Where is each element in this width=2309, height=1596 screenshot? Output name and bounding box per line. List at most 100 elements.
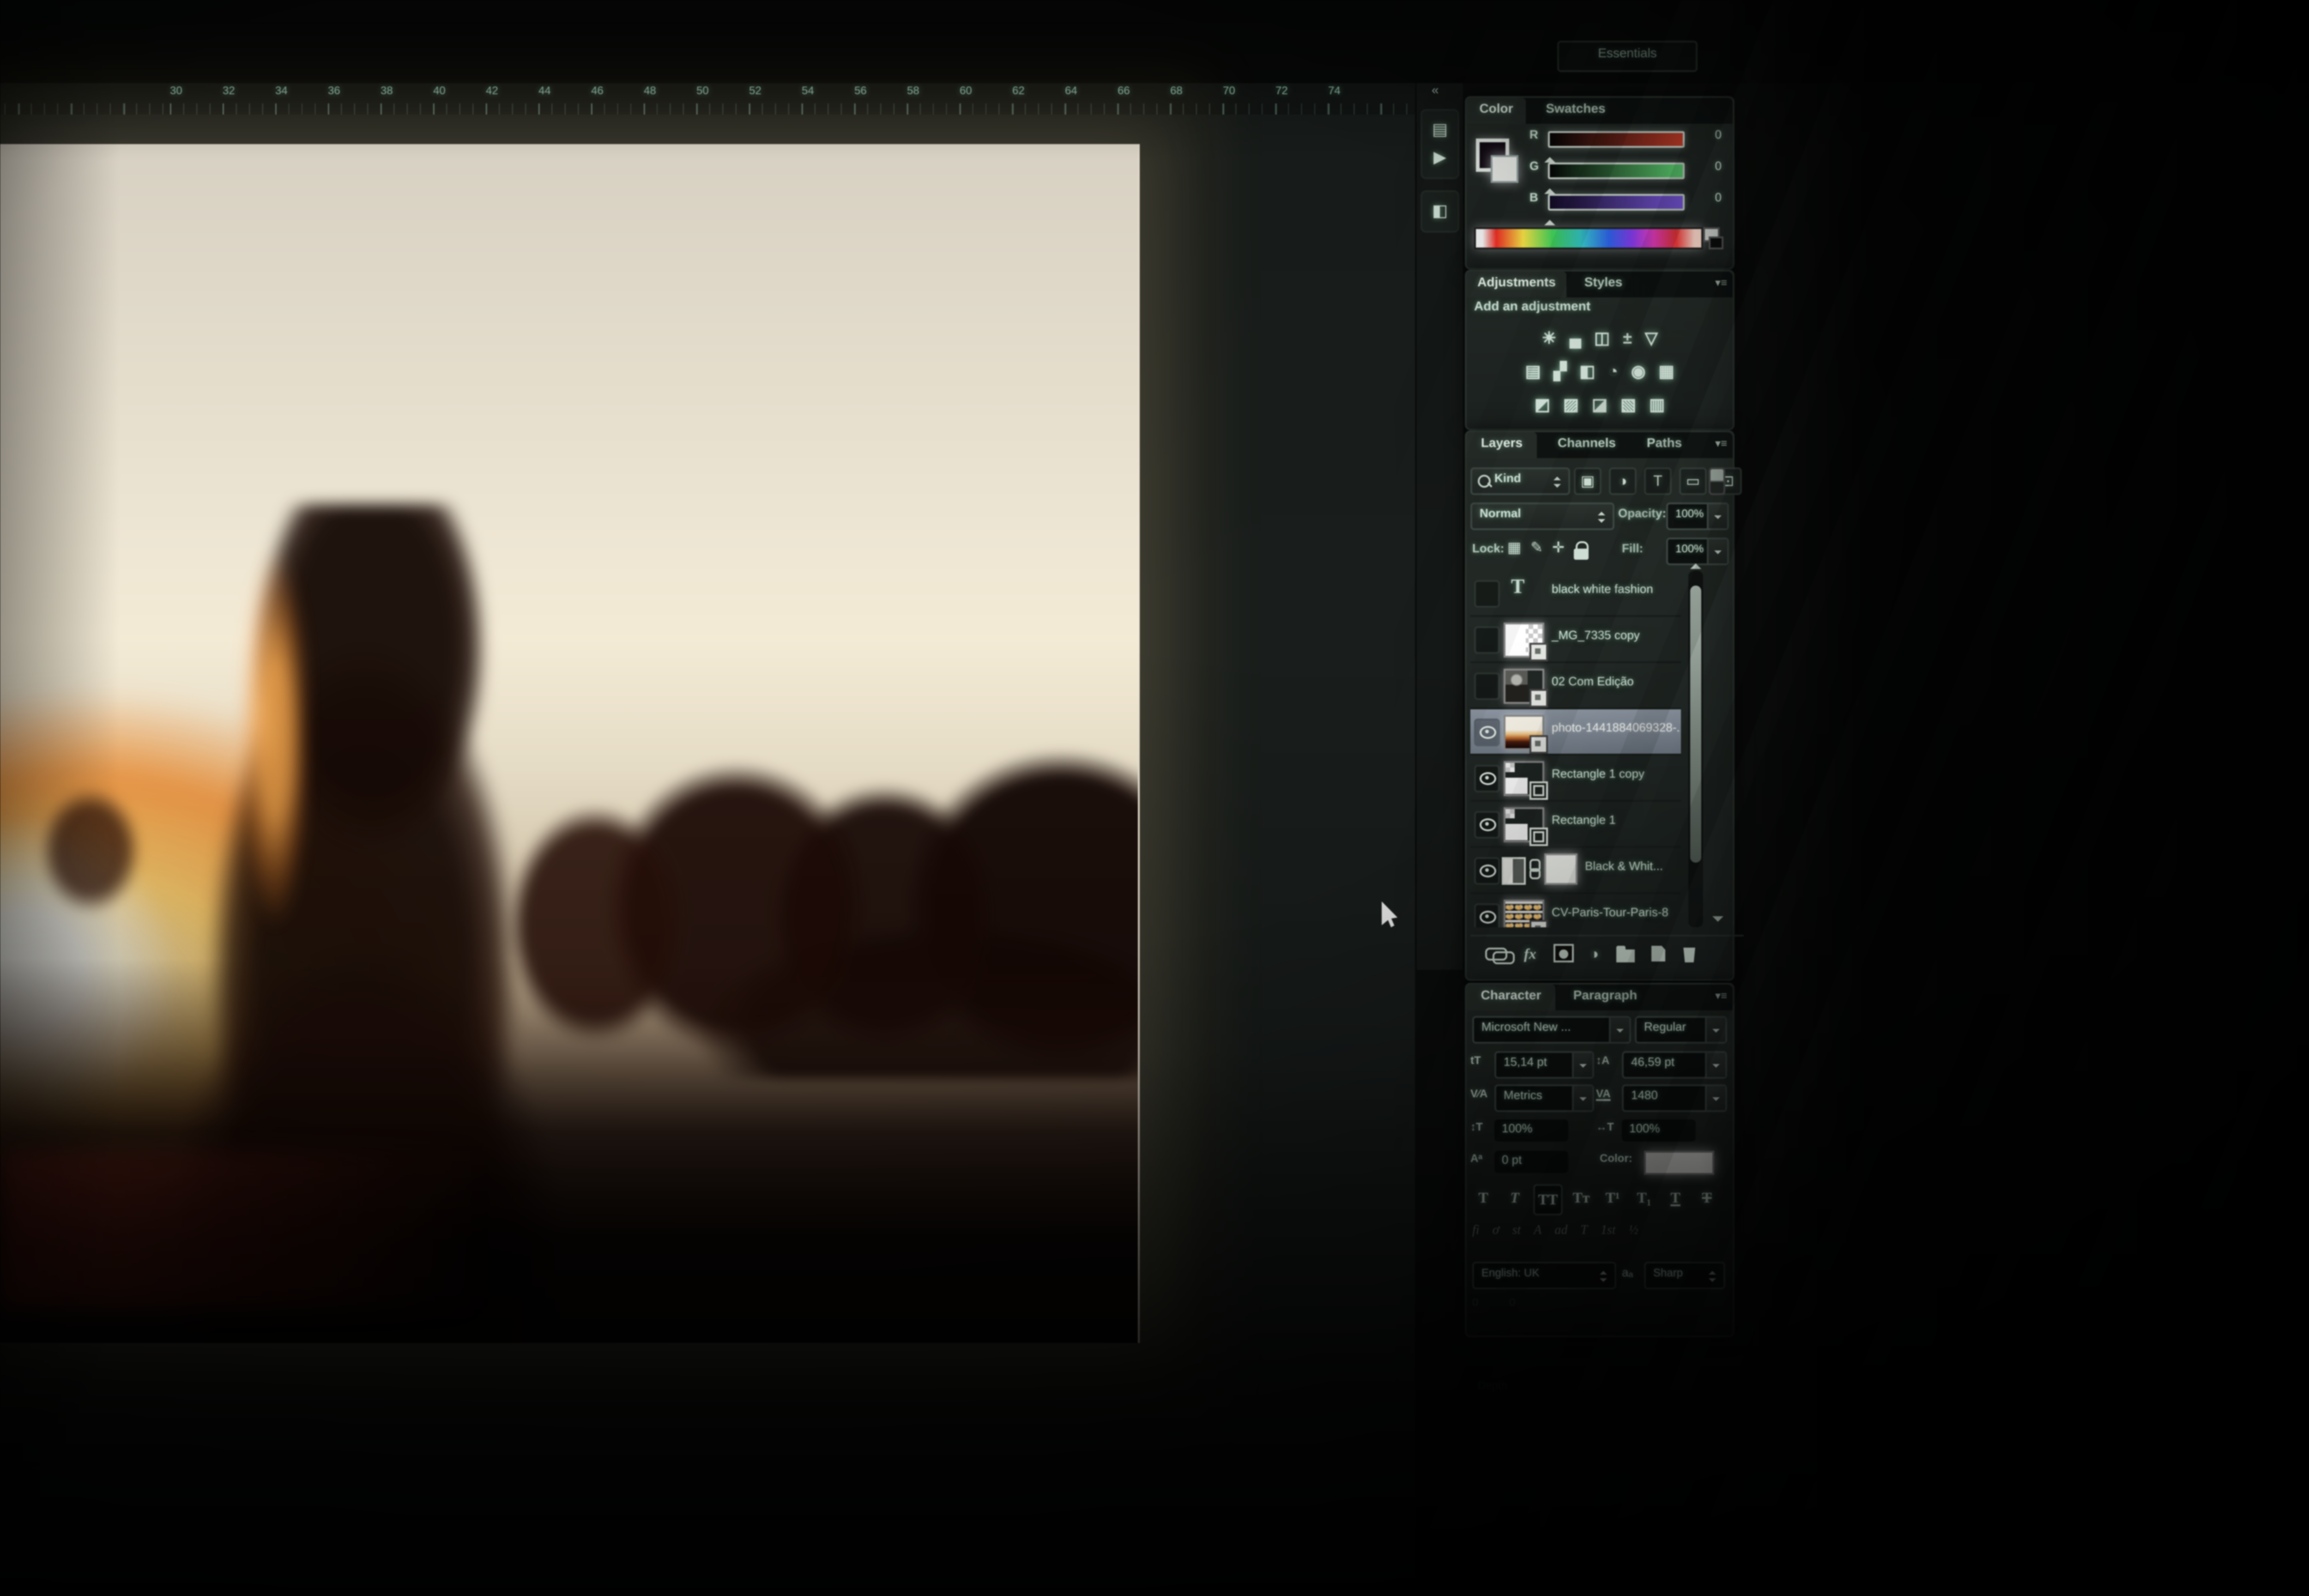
brightness-contrast-icon[interactable]: ☀ xyxy=(1541,328,1556,348)
subscript-button[interactable]: T₁ xyxy=(1631,1184,1657,1212)
tab-channels[interactable]: Channels xyxy=(1544,432,1629,458)
tab-layers[interactable]: Layers xyxy=(1467,432,1537,458)
faux-bold-button[interactable]: T xyxy=(1470,1184,1496,1212)
kerning-field[interactable]: Metrics xyxy=(1494,1084,1594,1112)
tracking-field[interactable]: 1480 xyxy=(1622,1084,1727,1112)
tab-paragraph[interactable]: Paragraph xyxy=(1563,985,1648,1010)
tab-swatches[interactable]: Swatches xyxy=(1533,98,1618,124)
vertical-scale-field[interactable]: 100% xyxy=(1494,1119,1568,1142)
small-caps-button[interactable]: Tᴛ xyxy=(1568,1184,1594,1212)
lock-transparent-pixels-icon[interactable]: ▦ xyxy=(1507,539,1521,560)
superscript-button[interactable]: T¹ xyxy=(1600,1184,1626,1212)
dropdown-arrow-icon[interactable] xyxy=(1705,1086,1725,1110)
visibility-toggle[interactable] xyxy=(1474,765,1500,792)
faux-italic-button[interactable]: T xyxy=(1502,1184,1528,1212)
fractions-button[interactable]: ½ xyxy=(1629,1223,1638,1238)
link-layers-icon[interactable] xyxy=(1485,947,1507,960)
scroll-up-icon[interactable] xyxy=(1690,558,1701,569)
visibility-toggle[interactable] xyxy=(1474,626,1500,654)
horizontal-scale-field[interactable]: 100% xyxy=(1622,1119,1696,1142)
blend-mode-dropdown[interactable]: Normal xyxy=(1470,502,1614,530)
underline-button[interactable]: T xyxy=(1662,1184,1688,1212)
strikethrough-button[interactable]: T xyxy=(1694,1184,1720,1212)
layer-row[interactable]: Tblack white fashion xyxy=(1470,571,1681,617)
layer-row[interactable]: Rectangle 1 xyxy=(1470,802,1681,848)
history-panel-icon[interactable]: ▤ xyxy=(1422,116,1457,144)
tab-adjustments[interactable]: Adjustments xyxy=(1467,272,1566,297)
panel-menu-icon[interactable]: ▾≡ xyxy=(1715,990,1727,1003)
layer-row[interactable]: Rectangle 1 copy xyxy=(1470,756,1681,802)
all-caps-button[interactable]: TT xyxy=(1533,1184,1563,1215)
lock-all-icon[interactable] xyxy=(1574,549,1589,560)
new-group-icon[interactable] xyxy=(1615,949,1634,961)
channel-slider[interactable] xyxy=(1548,194,1685,211)
visibility-toggle[interactable] xyxy=(1474,811,1500,839)
layer-row[interactable]: photo-1441884069328-... xyxy=(1470,709,1681,756)
color-spectrum-ramp[interactable] xyxy=(1474,227,1703,249)
levels-icon[interactable]: ▄ xyxy=(1570,329,1582,347)
discretionary-ligatures-button[interactable]: st xyxy=(1512,1223,1521,1238)
layers-scrollbar[interactable] xyxy=(1688,571,1703,927)
titling-alternates-button[interactable]: T xyxy=(1580,1223,1588,1238)
visibility-toggle[interactable] xyxy=(1474,719,1500,746)
channel-slider[interactable] xyxy=(1548,163,1685,179)
dropdown-arrow-icon[interactable] xyxy=(1572,1086,1592,1110)
text-color-swatch[interactable] xyxy=(1644,1151,1714,1175)
layer-row[interactable]: _MG_7335 copy xyxy=(1470,617,1681,663)
dropdown-arrow-icon[interactable] xyxy=(1705,1053,1725,1077)
font-style-dropdown[interactable]: Regular xyxy=(1635,1016,1727,1044)
color-lookup-icon[interactable]: ▦ xyxy=(1658,361,1674,381)
contextual-alternates-button[interactable]: ơ xyxy=(1493,1223,1499,1238)
layer-filter-toggle[interactable] xyxy=(1709,467,1725,495)
filter-shape-layers-icon[interactable]: ▭ xyxy=(1679,467,1707,495)
spectrum-black-cap[interactable] xyxy=(1709,236,1723,249)
actions-panel-icon[interactable]: ▶ xyxy=(1422,144,1457,172)
invert-icon[interactable]: ◩ xyxy=(1535,394,1550,415)
curves-icon[interactable]: ◫ xyxy=(1594,328,1610,348)
dropdown-arrow-icon[interactable] xyxy=(1707,504,1727,528)
tab-paths[interactable]: Paths xyxy=(1637,432,1692,458)
document-canvas[interactable] xyxy=(0,144,1140,1343)
channel-slider-thumb[interactable] xyxy=(1544,214,1555,225)
dropdown-arrow-icon[interactable] xyxy=(1609,1018,1629,1042)
lock-position-icon[interactable]: ✛ xyxy=(1552,539,1565,560)
hue-saturation-icon[interactable]: ▤ xyxy=(1525,361,1541,381)
visibility-toggle[interactable] xyxy=(1474,672,1500,700)
ordinals-button[interactable]: 1st xyxy=(1601,1223,1616,1238)
background-color-swatch[interactable] xyxy=(1491,155,1518,183)
gradient-map-icon[interactable]: ▥ xyxy=(1649,394,1665,415)
vibrance-icon[interactable]: ▽ xyxy=(1645,328,1658,348)
channel-slider[interactable] xyxy=(1548,131,1685,148)
layer-filter-kind-dropdown[interactable]: Kind xyxy=(1470,467,1570,495)
tab-color[interactable]: Color xyxy=(1467,98,1526,124)
new-layer-icon[interactable] xyxy=(1650,945,1665,961)
panel-menu-icon[interactable]: ▾≡ xyxy=(1715,438,1727,451)
selective-color-icon[interactable]: ▧ xyxy=(1620,394,1636,415)
photo-filter-icon[interactable]: ◔ xyxy=(1608,362,1618,381)
layer-row[interactable]: Black & Whit... xyxy=(1470,848,1681,894)
exposure-icon[interactable]: ± xyxy=(1623,329,1632,347)
layer-row[interactable]: CV-Paris-Tour-Paris-8 xyxy=(1470,894,1681,927)
channel-mixer-icon[interactable]: ◉ xyxy=(1631,361,1645,381)
tab-character[interactable]: Character xyxy=(1467,985,1555,1010)
stylistic-alternates-button[interactable]: ad xyxy=(1554,1223,1567,1238)
visibility-toggle[interactable] xyxy=(1474,857,1500,885)
scroll-down-icon[interactable] xyxy=(1712,916,1723,927)
lock-image-pixels-icon[interactable]: ✎ xyxy=(1530,539,1543,560)
dropdown-arrow-icon[interactable] xyxy=(1705,1018,1725,1042)
filter-type-layers-icon[interactable]: T xyxy=(1644,467,1672,495)
dropdown-arrow-icon[interactable] xyxy=(1707,539,1727,563)
threshold-icon[interactable]: ◪ xyxy=(1592,394,1608,415)
swash-button[interactable]: A xyxy=(1534,1223,1541,1238)
standard-ligatures-button[interactable]: fi xyxy=(1472,1223,1480,1238)
filter-adjustment-layers-icon[interactable]: ◑ xyxy=(1609,467,1637,495)
add-layer-mask-icon[interactable] xyxy=(1553,944,1573,962)
new-adjustment-layer-icon[interactable]: ◑ xyxy=(1590,945,1599,961)
font-size-field[interactable]: 15,14 pt xyxy=(1494,1051,1594,1079)
tab-styles[interactable]: Styles xyxy=(1574,272,1633,297)
font-family-dropdown[interactable]: Microsoft New ... xyxy=(1472,1016,1631,1044)
dropdown-arrow-icon[interactable] xyxy=(1572,1053,1592,1077)
3d-panel-icon[interactable]: ◧ xyxy=(1422,198,1457,225)
baseline-shift-field[interactable]: 0 pt xyxy=(1494,1151,1568,1173)
leading-field[interactable]: 46,59 pt xyxy=(1622,1051,1727,1079)
